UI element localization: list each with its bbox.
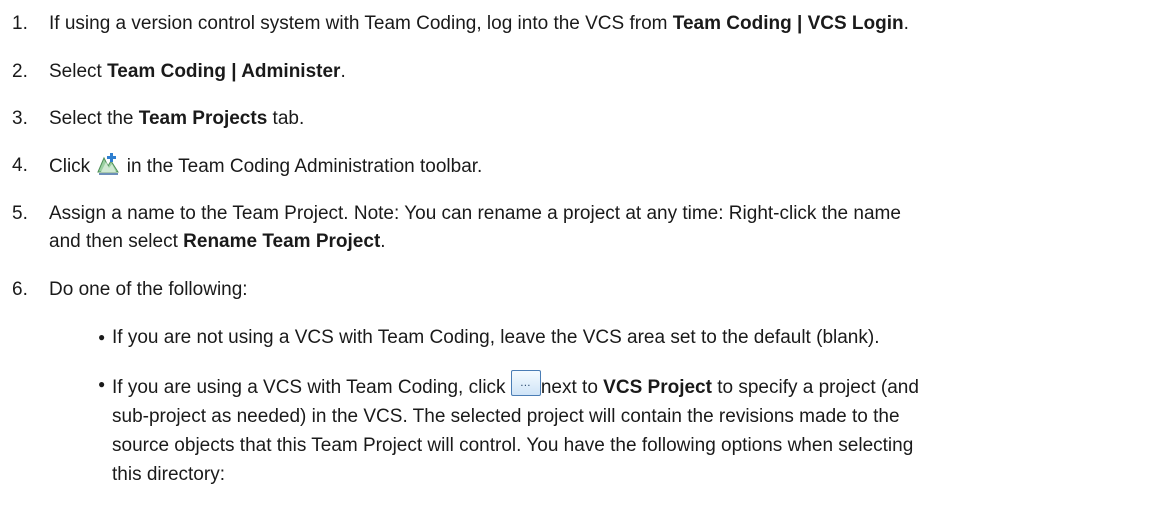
step-text-plain: in the Team Coding Administration toolba… [121,156,483,177]
bullet-text-plain: sub-project as needed) in the VCS. The s… [112,406,900,427]
add-team-project-icon [95,152,121,185]
step-number: 3. [12,108,28,129]
menu-path: Team Coding | VCS Login [672,13,904,34]
menu-path: Team Coding | Administer [107,61,341,82]
bullet-text: If you are using a VCS with Team Coding,… [112,370,1162,489]
step-number: 6. [12,279,28,300]
bullet-text-plain: this directory: [112,464,225,485]
bullet-text-plain: next to [540,377,604,398]
tab-name: Team Projects [138,108,268,129]
step-text-plain: tab. [267,108,305,129]
step-text-plain: If using a version control system with T… [49,13,673,34]
step-text: If using a version control system with T… [49,10,1159,38]
bullet-icon: ● [98,330,106,344]
step-text: Do one of the following: [49,279,248,300]
bullet-text-plain: source objects that this Team Project wi… [112,435,914,456]
step-text-plain: and then select [49,231,184,252]
step-text-plain: . [903,13,909,34]
field-name: VCS Project [603,377,712,398]
ellipsis-button-icon: … [510,370,541,396]
step-text-plain: Select [49,61,108,82]
document-page: 1. If using a version control system wit… [0,0,1174,514]
step-number: 5. [12,203,28,224]
step-text-plain: . [380,231,386,252]
step-text: Assign a name to the Team Project. Note:… [49,200,1159,256]
bullet-text-plain: to specify a project (and [711,377,919,398]
step-text-plain: Select the [49,108,139,129]
step-number: 4. [12,155,28,176]
step-text: Select Team Coding | Administer. [49,58,1159,86]
ellipsis-button-label: … [519,377,532,389]
step-text: Select the Team Projects tab. [49,105,1159,133]
menu-command: Rename Team Project [183,231,381,252]
step-number: 2. [12,61,28,82]
step-text-plain: . [340,61,346,82]
step-text: Click in the Team Coding Administration … [49,152,1159,185]
step-number: 1. [12,13,28,34]
step-text-plain: Click [49,156,96,177]
step-text-plain: Assign a name to the Team Project. Note:… [49,203,901,224]
bullet-icon: ● [98,377,106,391]
bullet-text: If you are not using a VCS with Team Cod… [112,327,880,348]
bullet-text-plain: If you are using a VCS with Team Coding,… [112,377,511,398]
